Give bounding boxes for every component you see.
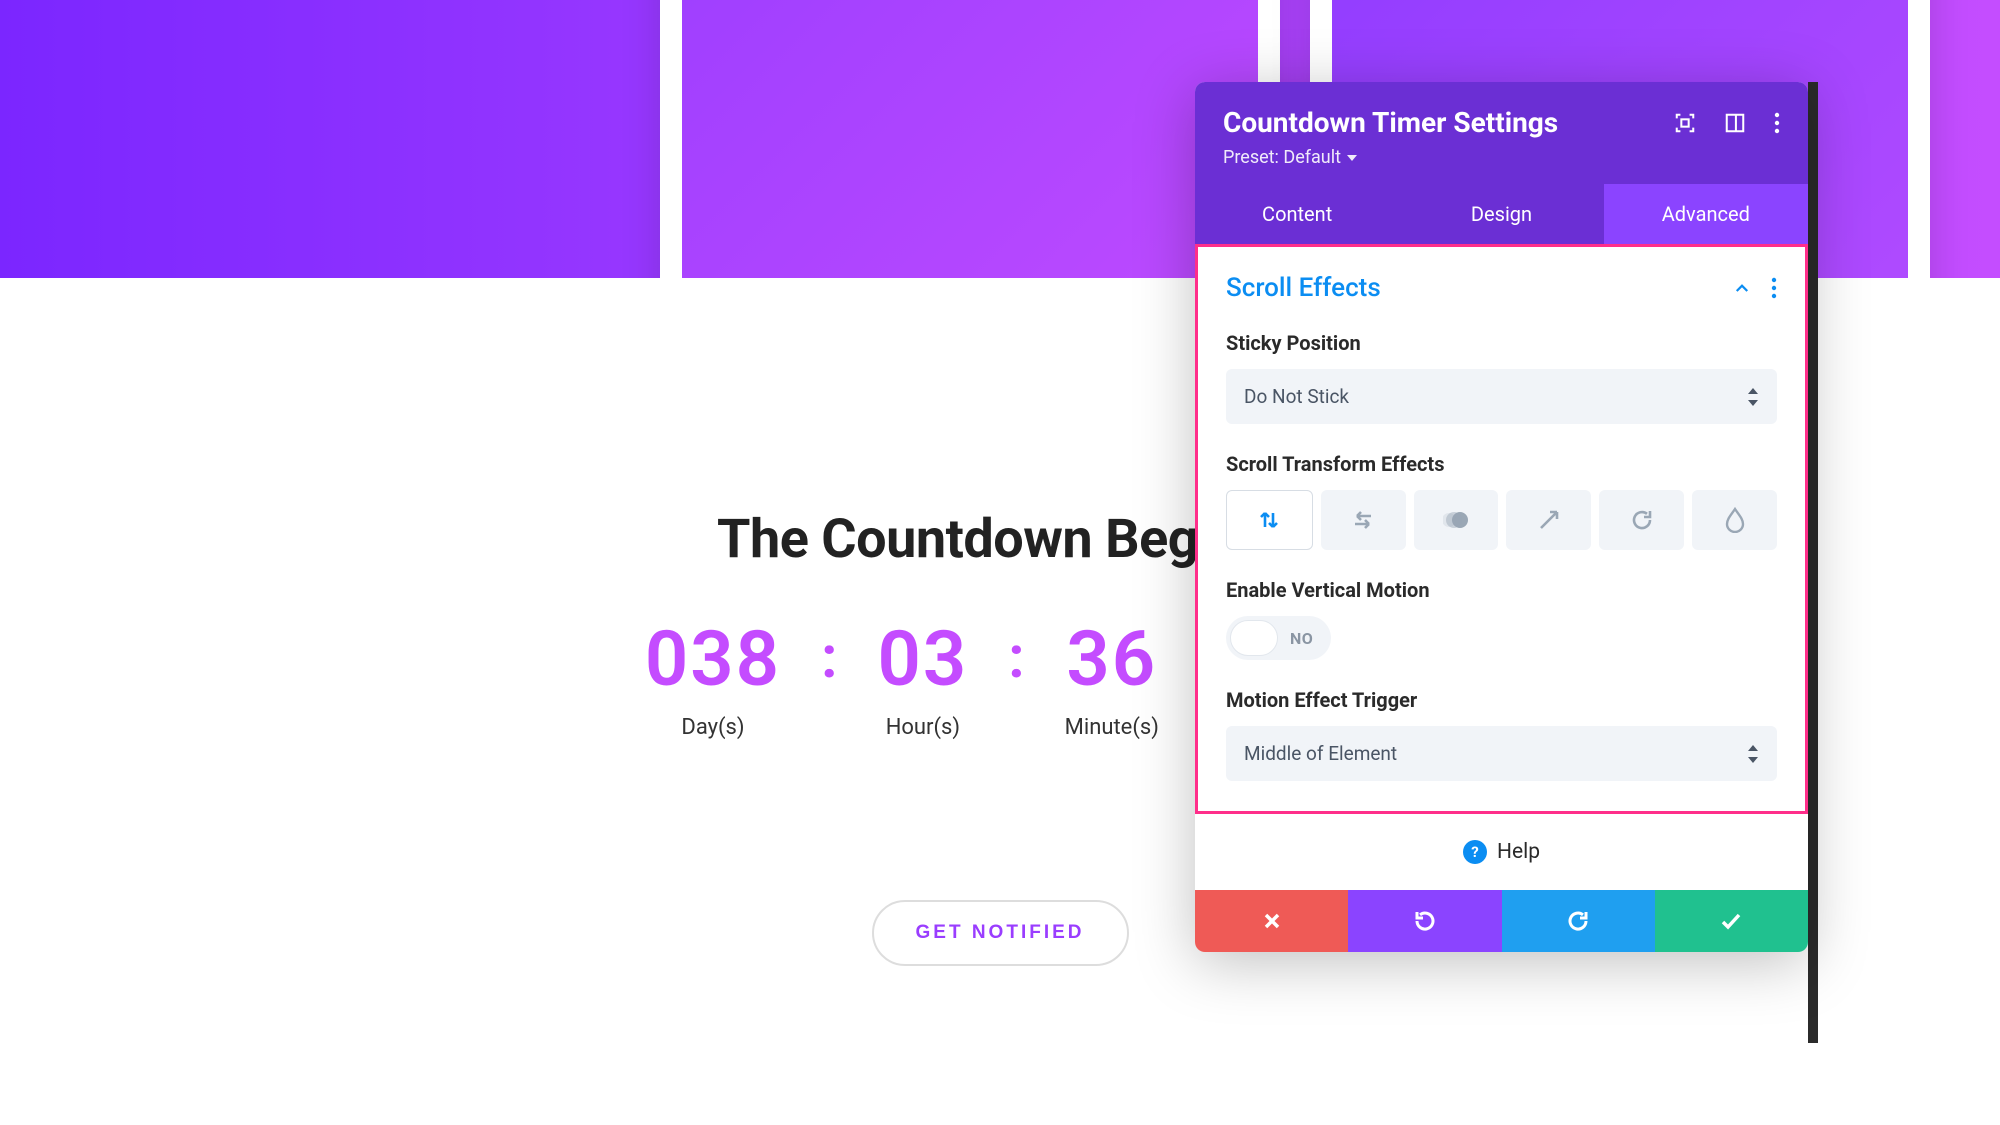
tab-advanced[interactable]: Advanced: [1604, 184, 1808, 244]
motion-trigger-value: Middle of Element: [1244, 742, 1397, 765]
days-label: Day(s): [645, 715, 781, 740]
rotate-icon[interactable]: [1599, 490, 1684, 550]
hours-value: 03: [877, 621, 968, 697]
countdown-minutes: 36 Minute(s): [1065, 621, 1159, 740]
panel-tabs: Content Design Advanced: [1195, 184, 1808, 244]
days-value: 038: [645, 621, 781, 697]
minutes-value: 36: [1065, 621, 1159, 697]
panel-body: Scroll Effects Sticky Position Do Not St…: [1195, 244, 1808, 814]
more-icon[interactable]: [1774, 112, 1780, 134]
opacity-icon[interactable]: [1692, 490, 1777, 550]
select-arrows-icon: [1747, 388, 1759, 406]
settings-panel: Countdown Timer Settings Preset: Default…: [1195, 82, 1808, 952]
preset-label: Preset: Default: [1223, 147, 1341, 168]
undo-button[interactable]: [1348, 890, 1501, 952]
minutes-label: Minute(s): [1065, 715, 1159, 740]
motion-trigger-label: Motion Effect Trigger: [1226, 688, 1777, 712]
countdown-days: 038 Day(s): [645, 621, 781, 740]
hours-label: Hour(s): [877, 715, 968, 740]
get-notified-button[interactable]: GET NOTIFIED: [872, 900, 1129, 966]
footer-actions: [1195, 890, 1808, 952]
undo-icon: [1413, 909, 1437, 933]
expand-icon[interactable]: [1674, 112, 1696, 134]
enable-vertical-toggle[interactable]: NO: [1226, 616, 1331, 660]
tab-content[interactable]: Content: [1195, 184, 1399, 244]
close-icon: [1262, 911, 1282, 931]
cancel-button[interactable]: [1195, 890, 1348, 952]
sticky-position-value: Do Not Stick: [1244, 385, 1349, 408]
preset-selector[interactable]: Preset: Default: [1223, 147, 1780, 168]
sticky-position-select[interactable]: Do Not Stick: [1226, 369, 1777, 424]
toggle-knob: [1230, 620, 1278, 656]
scroll-indicator: [1808, 82, 1818, 1043]
enable-vertical-label: Enable Vertical Motion: [1226, 578, 1777, 602]
panel-title: Countdown Timer Settings: [1223, 106, 1558, 139]
scale-icon[interactable]: [1506, 490, 1591, 550]
help-link[interactable]: ? Help: [1195, 814, 1808, 890]
mock-phone-left: [660, 0, 1280, 278]
motion-trigger-select[interactable]: Middle of Element: [1226, 726, 1777, 781]
panel-header: Countdown Timer Settings Preset: Default: [1195, 82, 1808, 184]
chevron-up-icon[interactable]: [1733, 279, 1751, 297]
toggle-title: Scroll Effects: [1226, 273, 1381, 303]
help-label: Help: [1497, 840, 1540, 864]
save-button[interactable]: [1655, 890, 1808, 952]
separator: :: [1008, 629, 1024, 687]
redo-icon: [1566, 909, 1590, 933]
help-icon: ?: [1463, 840, 1487, 864]
toggle-value: NO: [1278, 629, 1327, 648]
transform-effects-strip: [1226, 490, 1777, 550]
vertical-motion-icon[interactable]: [1226, 490, 1313, 550]
sticky-position-label: Sticky Position: [1226, 331, 1777, 355]
blur-icon[interactable]: [1414, 490, 1499, 550]
select-arrows-icon: [1747, 745, 1759, 763]
separator: :: [821, 629, 837, 687]
snap-icon[interactable]: [1724, 112, 1746, 134]
section-more-icon[interactable]: [1771, 277, 1777, 299]
redo-button[interactable]: [1502, 890, 1655, 952]
check-icon: [1719, 909, 1743, 933]
horizontal-motion-icon[interactable]: [1321, 490, 1406, 550]
caret-down-icon: [1347, 153, 1357, 163]
countdown-hours: 03 Hour(s): [877, 621, 968, 740]
toggle-section-header[interactable]: Scroll Effects: [1226, 273, 1777, 303]
tab-design[interactable]: Design: [1399, 184, 1603, 244]
transform-effects-label: Scroll Transform Effects: [1226, 452, 1777, 476]
